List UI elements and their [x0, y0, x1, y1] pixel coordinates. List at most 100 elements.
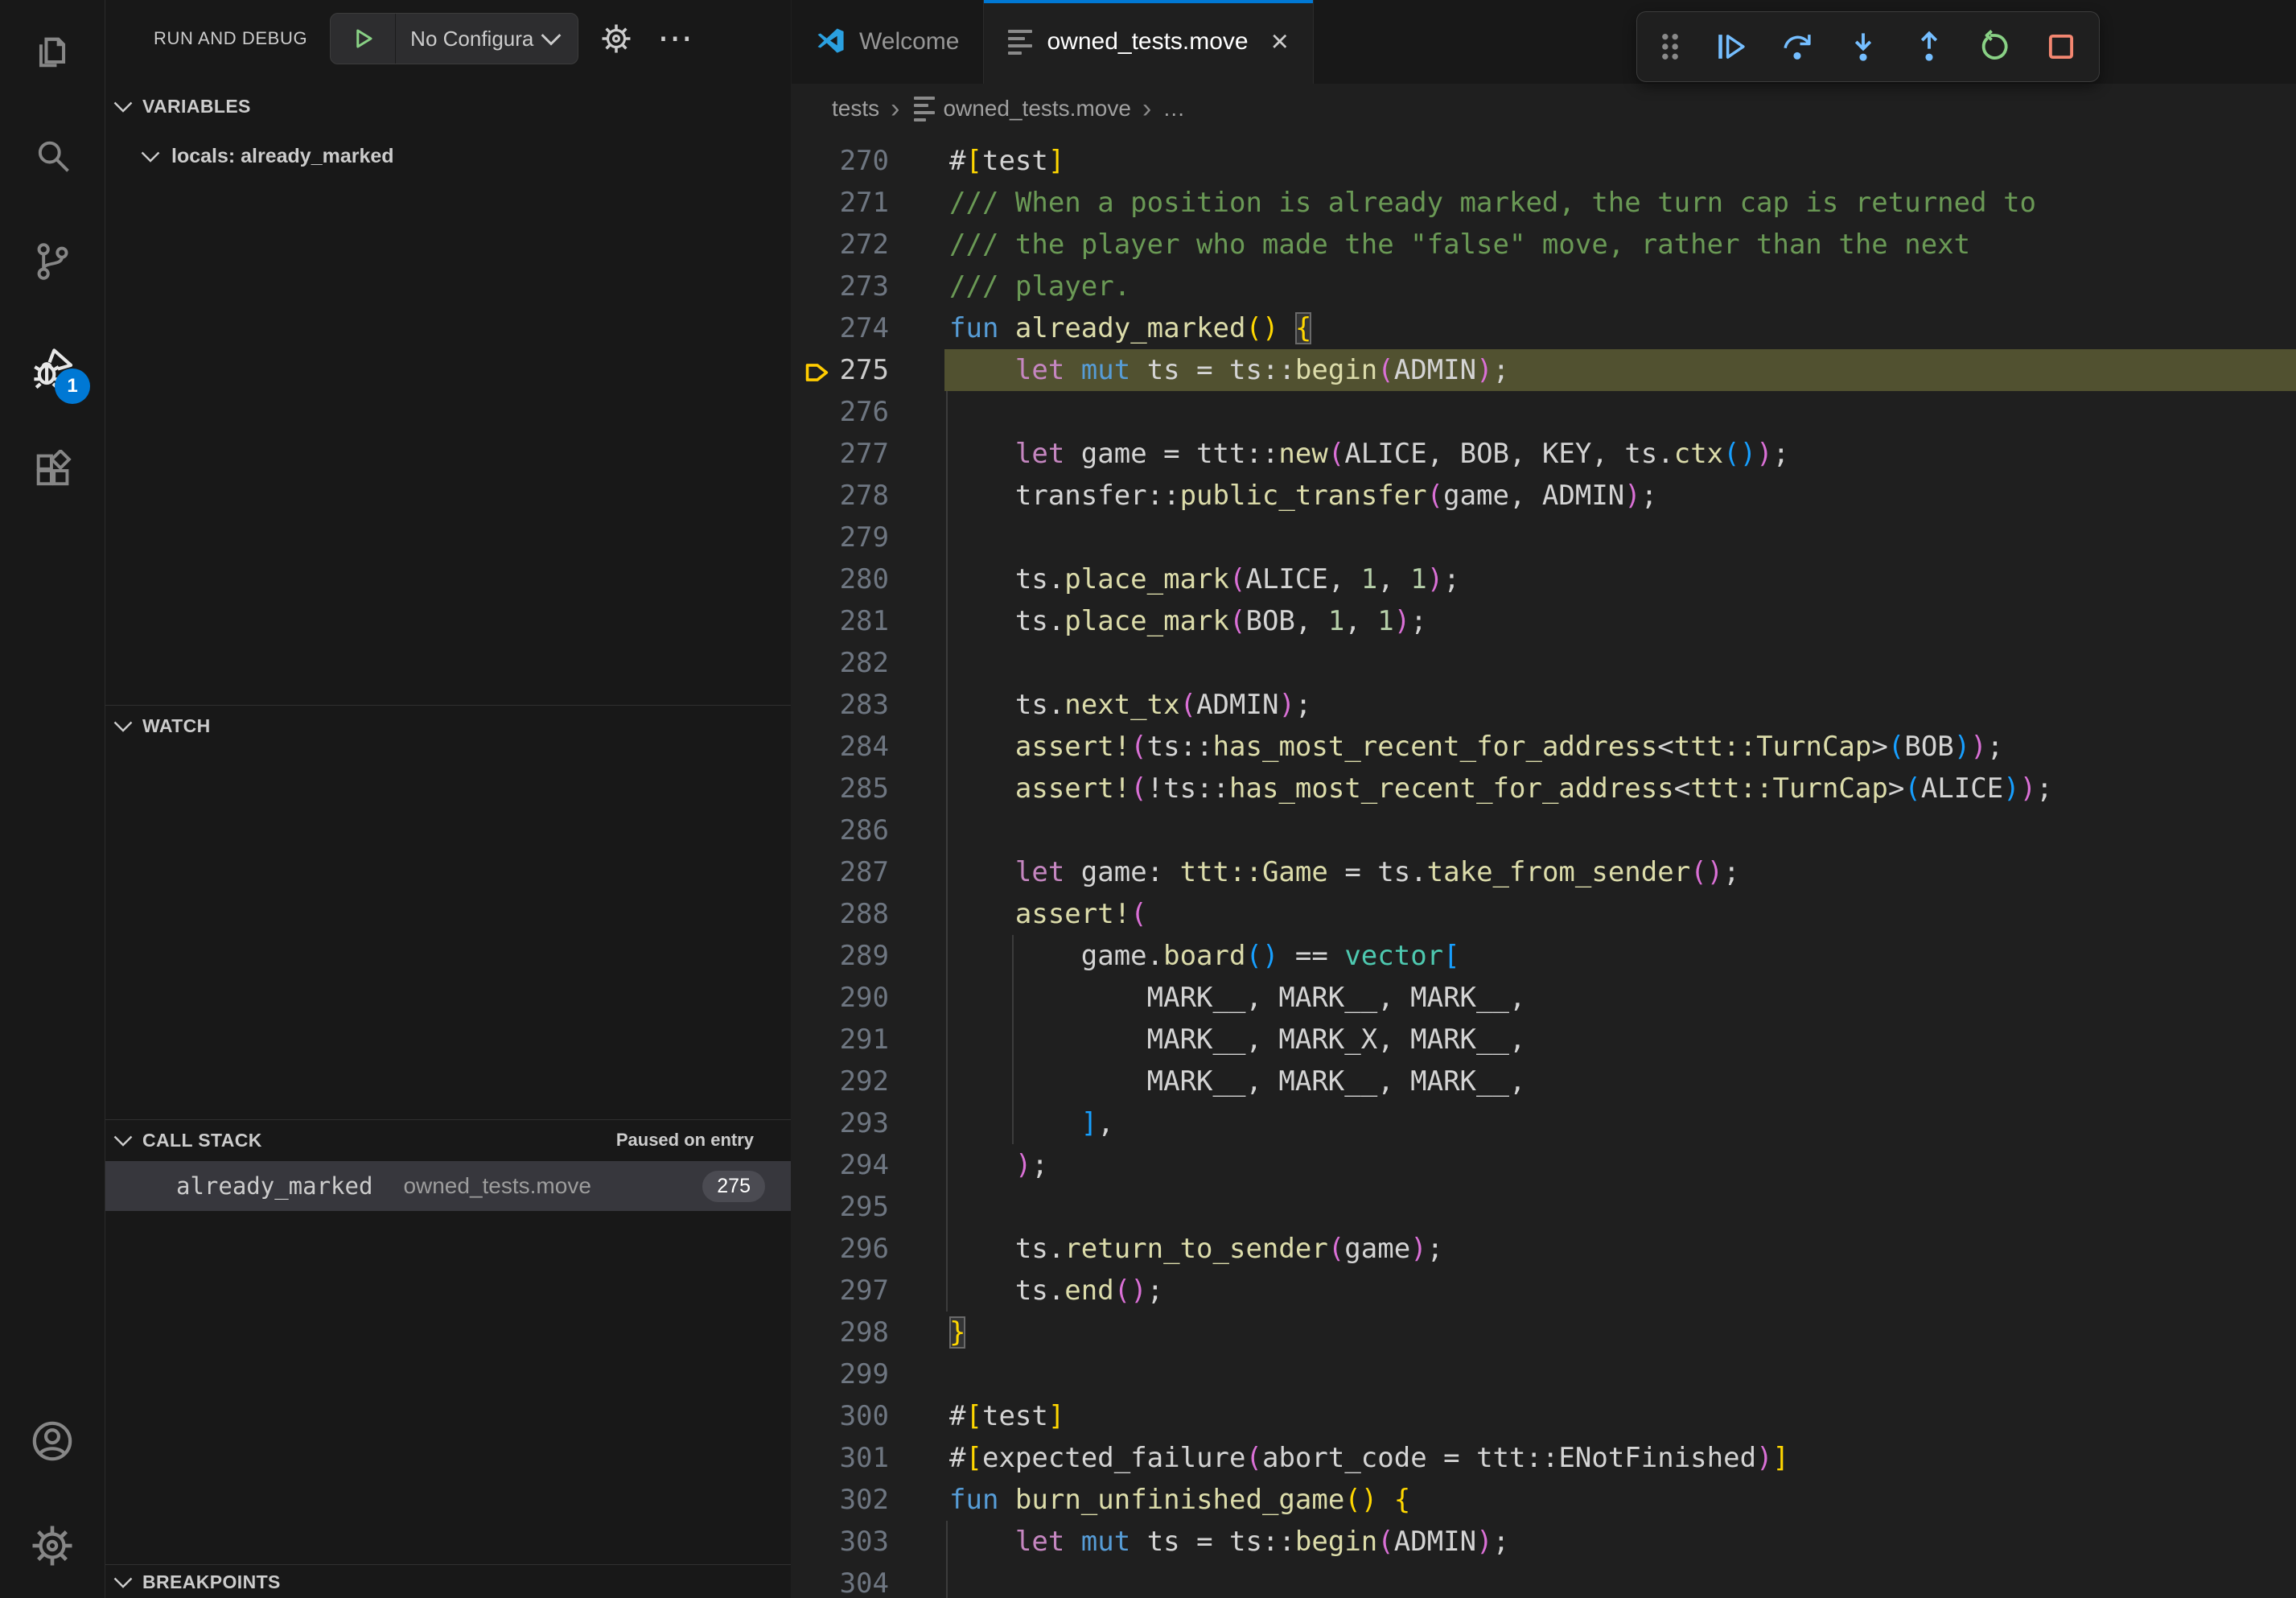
code-line[interactable]: 302fun burn_unfinished_game() { [792, 1479, 2296, 1521]
line-number[interactable]: 281 [792, 600, 944, 642]
code-line[interactable]: 292 MARK__, MARK__, MARK__, [792, 1061, 2296, 1102]
code-line-content[interactable]: MARK__, MARK__, MARK__, [944, 1061, 2296, 1102]
line-number[interactable]: 290 [792, 977, 944, 1019]
code-line-content[interactable]: /// the player who made the "false" move… [944, 224, 2296, 266]
code-line[interactable]: 297 ts.end(); [792, 1270, 2296, 1312]
watch-section-header[interactable]: WATCH [105, 705, 791, 746]
code-line[interactable]: 298} [792, 1312, 2296, 1353]
line-number[interactable]: 295 [792, 1186, 944, 1228]
code-line[interactable]: 276 [792, 391, 2296, 433]
code-line[interactable]: 304 [792, 1563, 2296, 1598]
line-number[interactable]: 285 [792, 768, 944, 809]
code-line[interactable]: 290 MARK__, MARK__, MARK__, [792, 977, 2296, 1019]
code-line[interactable]: 273/// player. [792, 266, 2296, 307]
line-number[interactable]: 271 [792, 182, 944, 224]
breadcrumb-item-tests[interactable]: tests [832, 96, 879, 121]
code-line-content[interactable]: fun already_marked() { [944, 307, 2296, 349]
explorer-icon[interactable] [0, 0, 105, 105]
code-line-content[interactable]: ts.end(); [944, 1270, 2296, 1312]
code-line[interactable]: 279 [792, 517, 2296, 558]
code-line[interactable]: 288 assert!( [792, 893, 2296, 935]
code-line-content[interactable]: #[expected_failure(abort_code = ttt::ENo… [944, 1437, 2296, 1479]
code-line[interactable]: 275 let mut ts = ts::begin(ADMIN); [792, 349, 2296, 391]
code-line[interactable]: 301#[expected_failure(abort_code = ttt::… [792, 1437, 2296, 1479]
code-line[interactable]: 291 MARK__, MARK_X, MARK__, [792, 1019, 2296, 1061]
code-line-content[interactable] [944, 517, 2296, 558]
code-line-content[interactable]: /// When a position is already marked, t… [944, 182, 2296, 224]
restart-icon[interactable] [1978, 30, 2012, 64]
line-number[interactable]: 274 [792, 307, 944, 349]
line-number[interactable]: 282 [792, 642, 944, 684]
code-line-content[interactable]: assert!( [944, 893, 2296, 935]
step-into-icon[interactable] [1846, 30, 1880, 64]
code-line[interactable]: 293 ], [792, 1102, 2296, 1144]
line-number[interactable]: 287 [792, 851, 944, 893]
code-line-content[interactable]: /// player. [944, 266, 2296, 307]
code-line-content[interactable] [944, 642, 2296, 684]
code-line[interactable]: 286 [792, 809, 2296, 851]
code-line-content[interactable]: } [944, 1312, 2296, 1353]
code-line-content[interactable]: assert!(ts::has_most_recent_for_address<… [944, 726, 2296, 768]
code-line[interactable]: 287 let game: ttt::Game = ts.take_from_s… [792, 851, 2296, 893]
code-line[interactable]: 283 ts.next_tx(ADMIN); [792, 684, 2296, 726]
step-over-icon[interactable] [1780, 30, 1814, 64]
code-line[interactable]: 284 assert!(ts::has_most_recent_for_addr… [792, 726, 2296, 768]
code-line[interactable]: 282 [792, 642, 2296, 684]
line-number[interactable]: 291 [792, 1019, 944, 1061]
line-number[interactable]: 294 [792, 1144, 944, 1186]
code-line-content[interactable]: ], [944, 1102, 2296, 1144]
code-line[interactable]: 274fun already_marked() { [792, 307, 2296, 349]
tab-owned-tests[interactable]: owned_tests.move × [984, 0, 1313, 84]
line-number[interactable]: 275 [792, 349, 944, 391]
line-number[interactable]: 277 [792, 433, 944, 475]
code-line-content[interactable]: let mut ts = ts::begin(ADMIN); [944, 1521, 2296, 1563]
run-and-debug-icon[interactable]: 1 [0, 314, 105, 418]
code-line-content[interactable] [944, 391, 2296, 433]
continue-icon[interactable] [1714, 30, 1748, 64]
code-line[interactable]: 272/// the player who made the "false" m… [792, 224, 2296, 266]
code-line[interactable]: 294 ); [792, 1144, 2296, 1186]
line-number[interactable]: 280 [792, 558, 944, 600]
line-number[interactable]: 286 [792, 809, 944, 851]
breadcrumb-item-file[interactable]: owned_tests.move [943, 96, 1130, 121]
step-out-icon[interactable] [1912, 30, 1946, 64]
code-line-content[interactable]: fun burn_unfinished_game() { [944, 1479, 2296, 1521]
source-control-icon[interactable] [0, 209, 105, 314]
code-line[interactable]: 278 transfer::public_transfer(game, ADMI… [792, 475, 2296, 517]
locals-scope-row[interactable]: locals: already_marked [105, 135, 791, 177]
code-line-content[interactable] [944, 809, 2296, 851]
code-line-content[interactable]: #[test] [944, 1395, 2296, 1437]
line-number[interactable]: 302 [792, 1479, 944, 1521]
code-editor[interactable]: 270#[test]271/// When a position is alre… [792, 134, 2296, 1598]
debug-settings-gear-icon[interactable] [599, 22, 633, 56]
call-stack-section-header[interactable]: CALL STACK Paused on entry [105, 1119, 791, 1160]
code-line[interactable]: 295 [792, 1186, 2296, 1228]
line-number[interactable]: 273 [792, 266, 944, 307]
line-number[interactable]: 278 [792, 475, 944, 517]
line-number[interactable]: 303 [792, 1521, 944, 1563]
extensions-icon[interactable] [0, 418, 105, 523]
code-line[interactable]: 296 ts.return_to_sender(game); [792, 1228, 2296, 1270]
code-line-content[interactable]: let mut ts = ts::begin(ADMIN); [944, 349, 2296, 391]
code-line-content[interactable]: MARK__, MARK__, MARK__, [944, 977, 2296, 1019]
breakpoints-section-header[interactable]: BREAKPOINTS [105, 1564, 791, 1598]
search-icon[interactable] [0, 105, 105, 209]
code-line-content[interactable]: ts.place_mark(ALICE, 1, 1); [944, 558, 2296, 600]
code-line-content[interactable] [944, 1186, 2296, 1228]
line-number[interactable]: 272 [792, 224, 944, 266]
launch-configuration-dropdown[interactable]: No Configura [330, 13, 578, 64]
tab-welcome[interactable]: Welcome [792, 0, 984, 84]
line-number[interactable]: 293 [792, 1102, 944, 1144]
line-number[interactable]: 288 [792, 893, 944, 935]
line-number[interactable]: 283 [792, 684, 944, 726]
code-line-content[interactable]: ts.next_tx(ADMIN); [944, 684, 2296, 726]
line-number[interactable]: 296 [792, 1228, 944, 1270]
code-line-content[interactable]: ts.return_to_sender(game); [944, 1228, 2296, 1270]
start-debugging-icon[interactable] [331, 14, 396, 64]
line-number[interactable]: 301 [792, 1437, 944, 1479]
code-line[interactable]: 271/// When a position is already marked… [792, 182, 2296, 224]
code-line-content[interactable]: game.board() == vector[ [944, 935, 2296, 977]
code-line[interactable]: 285 assert!(!ts::has_most_recent_for_add… [792, 768, 2296, 809]
line-number[interactable]: 276 [792, 391, 944, 433]
line-number[interactable]: 300 [792, 1395, 944, 1437]
